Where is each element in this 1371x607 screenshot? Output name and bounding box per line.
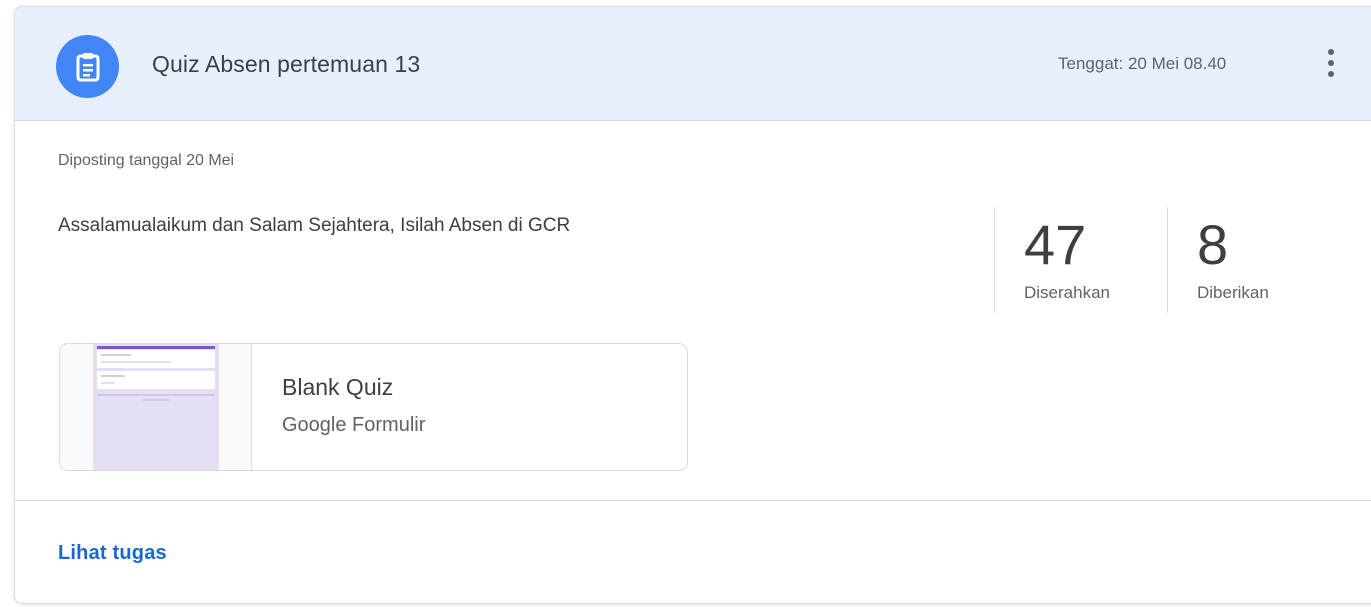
due-date: Tenggat: 20 Mei 08.40 (1058, 54, 1227, 73)
assignment-icon (56, 35, 119, 98)
view-assignment-link[interactable]: Lihat tugas (58, 542, 167, 565)
posted-date: Diposting tanggal 20 Mei (58, 152, 235, 169)
attachment-title: Blank Quiz (282, 374, 394, 400)
submission-stats: 47 Diserahkan 8 Diberikan (994, 207, 1347, 313)
submitted-label: Diserahkan (1024, 283, 1110, 302)
stat-submitted[interactable]: 47 Diserahkan (994, 207, 1167, 313)
more-options-button[interactable] (1315, 43, 1347, 83)
more-vert-icon (1328, 49, 1334, 77)
assignment-card: Quiz Absen pertemuan 13 Tenggat: 20 Mei … (14, 6, 1371, 604)
stat-assigned[interactable]: 8 Diberikan (1167, 207, 1347, 313)
assigned-count: 8 (1197, 213, 1229, 276)
form-preview-header-bar (97, 346, 215, 349)
assignment-header[interactable]: Quiz Absen pertemuan 13 Tenggat: 20 Mei … (15, 7, 1371, 121)
form-preview-page (93, 344, 219, 470)
attachment-type: Google Formulir (282, 414, 426, 436)
assignment-instructions: Assalamualaikum dan Salam Sejahtera, Isi… (58, 215, 571, 236)
form-preview-question-box (97, 371, 215, 389)
form-preview-title-box (97, 350, 215, 368)
form-thumbnail (60, 344, 252, 470)
footer-divider (15, 500, 1371, 501)
attachment-card[interactable]: Blank Quiz Google Formulir (59, 343, 688, 471)
submitted-count: 47 (1024, 213, 1087, 276)
assignment-title: Quiz Absen pertemuan 13 (152, 51, 421, 77)
assigned-label: Diberikan (1197, 283, 1269, 302)
